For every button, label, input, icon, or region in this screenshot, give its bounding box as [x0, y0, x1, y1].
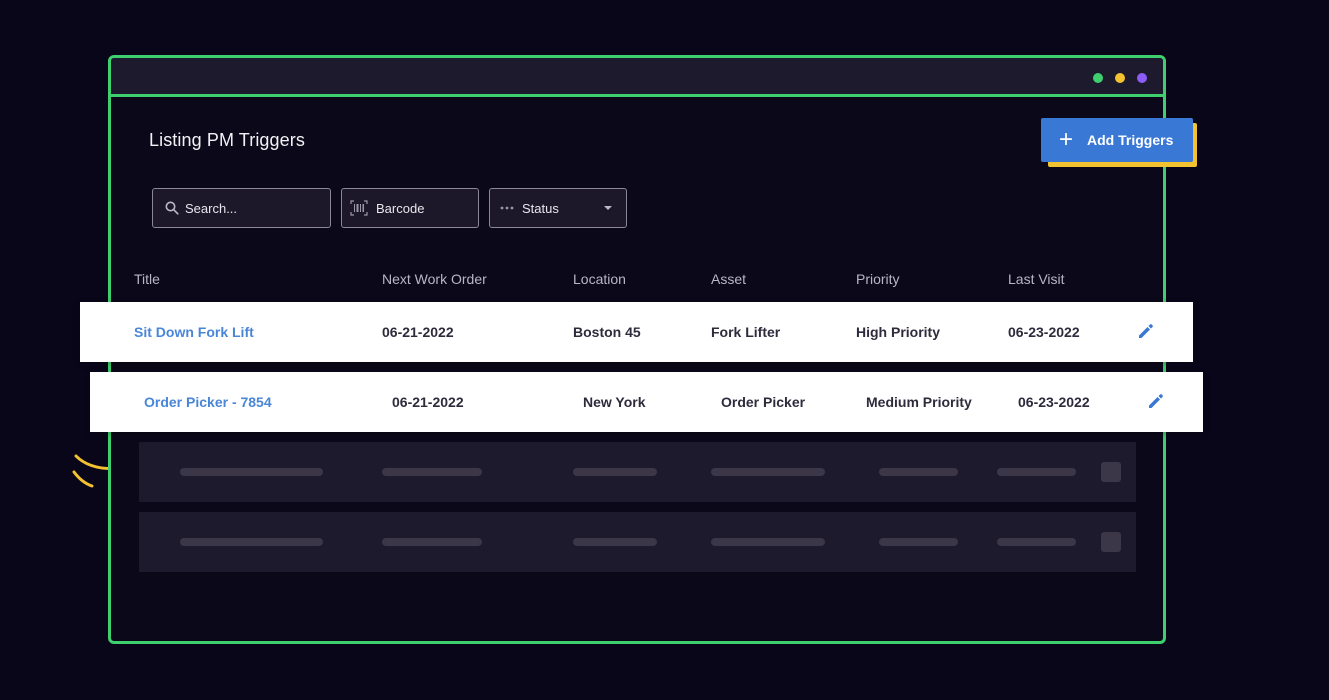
table-row[interactable]: Sit Down Fork Lift 06-21-2022 Boston 45 …: [80, 302, 1193, 362]
skeleton-bar: [382, 538, 482, 546]
more-dots-icon: [500, 206, 514, 210]
page-title: Listing PM Triggers: [149, 130, 305, 150]
add-triggers-label: Add Triggers: [1087, 132, 1174, 148]
search-input[interactable]: [185, 200, 315, 216]
column-header-next-work-order[interactable]: Next Work Order: [382, 271, 487, 287]
row-location: New York: [583, 394, 646, 410]
skeleton-square: [1101, 462, 1121, 482]
column-header-asset[interactable]: Asset: [711, 271, 746, 287]
skeleton-bar: [180, 468, 323, 476]
column-header-priority[interactable]: Priority: [856, 271, 900, 287]
row-title-link[interactable]: Sit Down Fork Lift: [134, 324, 254, 340]
window-dot-yellow[interactable]: [1115, 73, 1125, 83]
window-dot-green[interactable]: [1093, 73, 1103, 83]
pencil-icon[interactable]: [1147, 392, 1165, 410]
pencil-icon[interactable]: [1137, 322, 1155, 340]
skeleton-bar: [879, 468, 958, 476]
row-location: Boston 45: [573, 324, 641, 340]
row-last-visit: 06-23-2022: [1018, 394, 1090, 410]
row-next-work-order: 06-21-2022: [382, 324, 454, 340]
row-next-work-order: 06-21-2022: [392, 394, 464, 410]
status-dropdown[interactable]: Status: [489, 188, 627, 228]
skeleton-bar: [573, 468, 657, 476]
skeleton-bar: [879, 538, 958, 546]
column-header-last-visit[interactable]: Last Visit: [1008, 271, 1065, 287]
window-titlebar: [111, 58, 1163, 97]
row-asset: Fork Lifter: [711, 324, 781, 340]
window-dot-purple[interactable]: [1137, 73, 1147, 83]
plus-icon: +: [1059, 126, 1074, 153]
search-icon: [165, 201, 179, 215]
skeleton-bar: [997, 538, 1076, 546]
add-triggers-button[interactable]: + Add Triggers: [1041, 118, 1193, 162]
row-priority: Medium Priority: [866, 394, 972, 410]
skeleton-bar: [382, 468, 482, 476]
column-header-title[interactable]: Title: [134, 271, 160, 287]
chevron-down-icon: [604, 206, 612, 210]
row-asset: Order Picker: [721, 394, 806, 410]
search-field[interactable]: [152, 188, 331, 228]
skeleton-square: [1101, 532, 1121, 552]
row-title-link[interactable]: Order Picker - 7854: [144, 394, 272, 410]
skeleton-row: [139, 442, 1136, 502]
skeleton-bar: [711, 538, 825, 546]
skeleton-bar: [997, 468, 1076, 476]
barcode-icon: [350, 200, 368, 216]
table-row[interactable]: Order Picker - 7854 06-21-2022 New York …: [90, 372, 1203, 432]
column-header-location[interactable]: Location: [573, 271, 626, 287]
barcode-filter[interactable]: Barcode: [341, 188, 479, 228]
skeleton-bar: [573, 538, 657, 546]
row-last-visit: 06-23-2022: [1008, 324, 1080, 340]
skeleton-bar: [180, 538, 323, 546]
row-priority: High Priority: [856, 324, 941, 340]
status-label: Status: [522, 200, 559, 216]
barcode-label: Barcode: [376, 200, 425, 216]
skeleton-row: [139, 512, 1136, 572]
skeleton-bar: [711, 468, 825, 476]
